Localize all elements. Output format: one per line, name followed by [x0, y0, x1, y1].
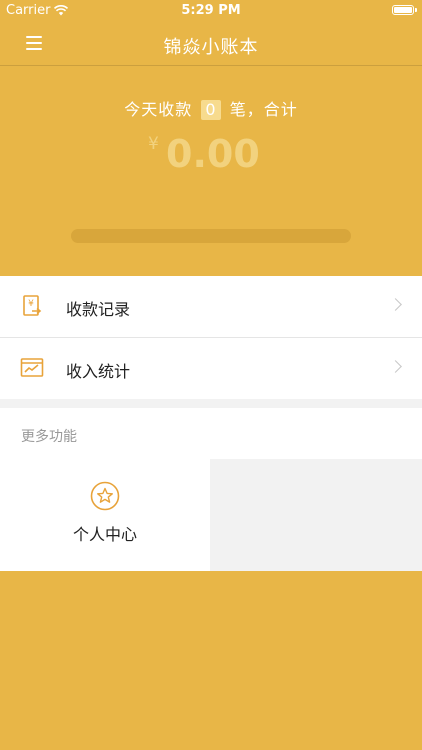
- list-item-income-stats[interactable]: 收入统计: [0, 338, 422, 400]
- star-circle-icon: [90, 481, 120, 511]
- svg-text:¥: ¥: [28, 299, 34, 309]
- battery-icon: [392, 5, 417, 15]
- currency-symbol: ¥: [148, 134, 159, 154]
- nav-bar: 锦焱小账本: [0, 22, 422, 66]
- section-header: 更多功能: [0, 408, 422, 459]
- receipt-yen-icon: ¥: [23, 295, 42, 316]
- line-chart-icon: [20, 358, 44, 377]
- grid-item-label: 个人中心: [72, 525, 137, 544]
- today-summary-line: 今天收款 0 笔，合计: [0, 96, 422, 120]
- section-divider: [0, 399, 422, 408]
- clock: 5:29 PM: [181, 3, 241, 18]
- today-prefix: 今天收款: [124, 100, 193, 119]
- section-header-label: 更多功能: [21, 429, 77, 445]
- amount-value: 0.00: [166, 132, 260, 176]
- list-item-label: 收入统计: [66, 362, 131, 381]
- count-badge: 0: [201, 100, 221, 120]
- today-summary: 今天收款 0 笔，合计 ¥ 0.00: [0, 66, 422, 276]
- status-bar: Carrier 5:29 PM: [0, 0, 422, 22]
- chevron-right-icon: [389, 360, 402, 373]
- page-title: 锦焱小账本: [163, 37, 259, 58]
- feature-grid: 个人中心: [0, 459, 422, 571]
- today-suffix: 笔，合计: [229, 100, 298, 119]
- menu-list: ¥ 收款记录 收入统计: [0, 276, 422, 400]
- list-item-label: 收款记录: [66, 300, 131, 319]
- progress-bar: [71, 229, 351, 243]
- grid-item-personal-center[interactable]: 个人中心: [0, 459, 210, 571]
- chevron-right-icon: [389, 298, 402, 311]
- list-item-payment-records[interactable]: ¥ 收款记录: [0, 276, 422, 338]
